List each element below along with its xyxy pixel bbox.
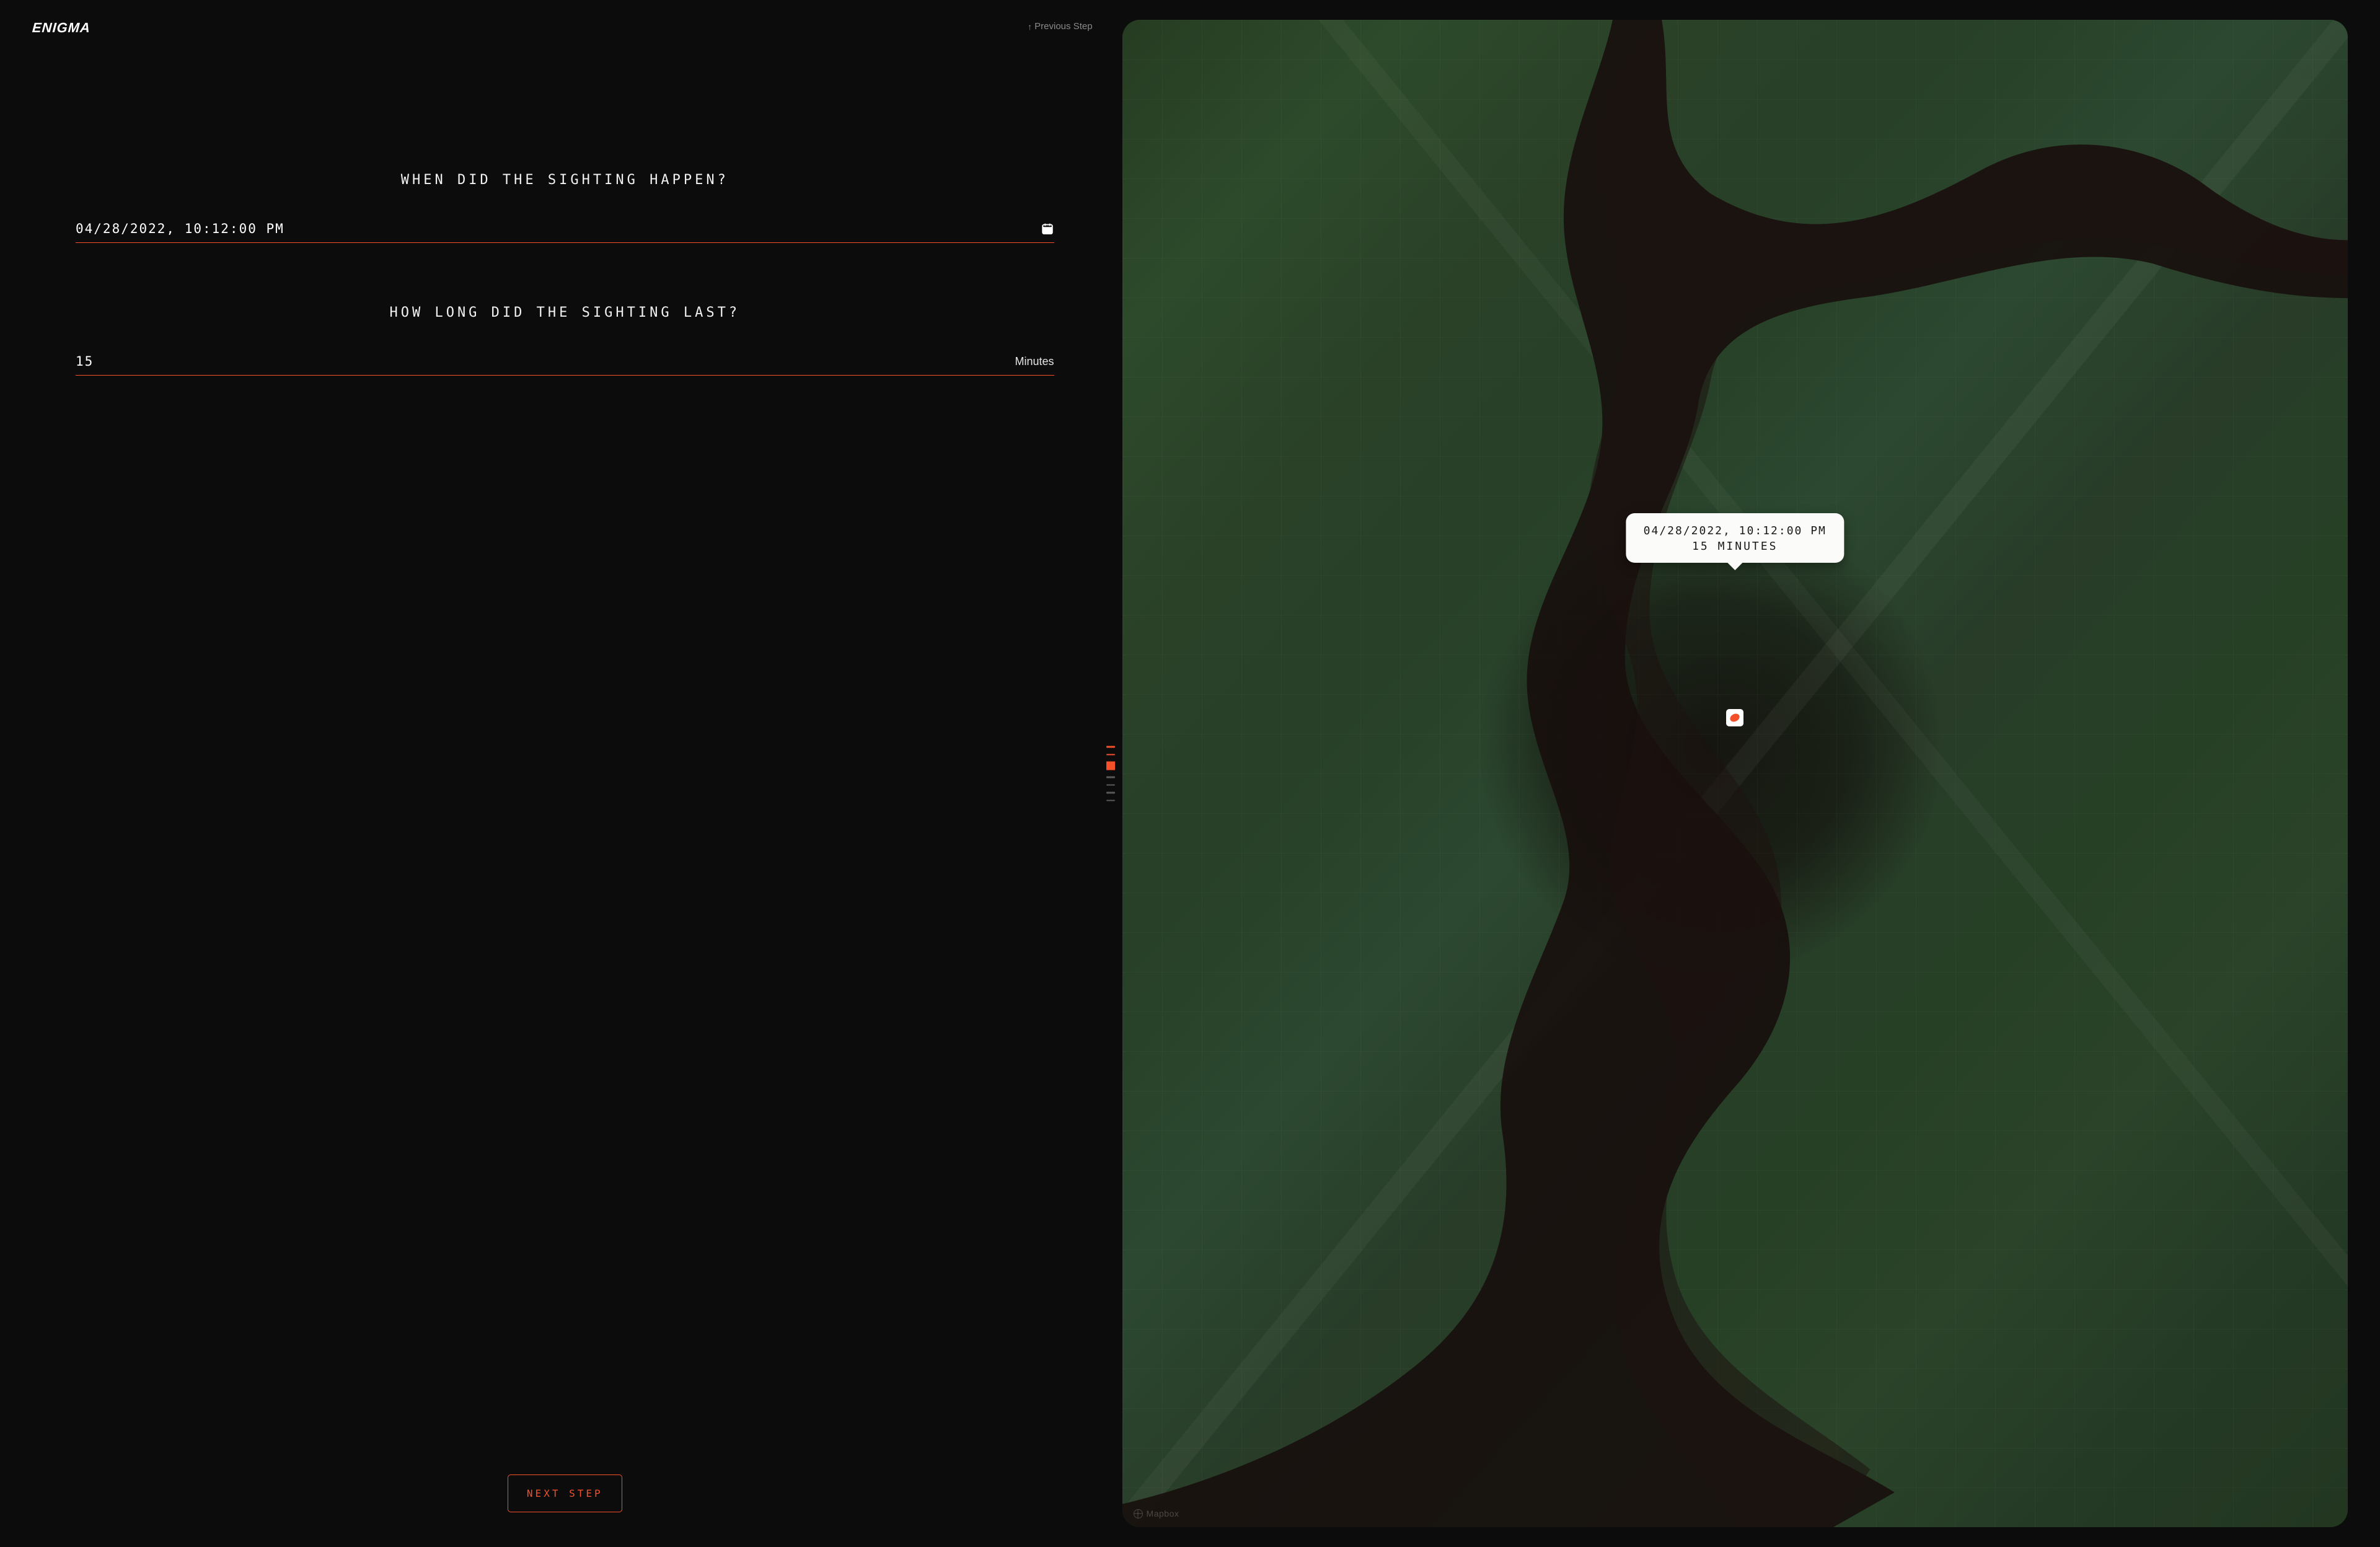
form-panel: ENIGMA ↑ Previous Step WHEN DID THE SIGH… [32,20,1098,1527]
step-tick[interactable] [1106,800,1115,801]
duration-field[interactable]: Minutes [76,354,1054,376]
step-tick[interactable] [1106,746,1115,748]
tooltip-datetime: 04/28/2022, 10:12:00 PM [1644,524,1827,537]
next-button-row: NEXT STEP [76,1474,1054,1527]
top-bar: ENIGMA ↑ Previous Step [32,20,1098,36]
next-step-button[interactable]: NEXT STEP [508,1474,622,1512]
map-panel[interactable]: 04/28/2022, 10:12:00 PM 15 MINUTES Mapbo… [1122,20,2348,1527]
step-tick[interactable] [1106,784,1115,786]
duration-unit-label: Minutes [1008,355,1054,368]
datetime-field[interactable] [76,221,1054,243]
arrow-up-icon: ↑ [1028,22,1032,32]
duration-input[interactable] [76,354,1008,369]
marker-icon [1729,712,1741,723]
globe-icon [1134,1509,1143,1518]
step-tick[interactable] [1106,754,1115,756]
step-tick[interactable] [1106,762,1115,770]
question-when-label: WHEN DID THE SIGHTING HAPPEN? [76,172,1054,188]
question-duration-block: HOW LONG DID THE SIGHTING LAST? Minutes [76,305,1054,376]
map-tooltip: 04/28/2022, 10:12:00 PM 15 MINUTES [1626,513,1844,563]
calendar-icon[interactable] [1041,222,1054,236]
datetime-input[interactable] [76,221,1033,236]
map-attribution: Mapbox [1134,1509,1179,1518]
tooltip-duration: 15 MINUTES [1644,540,1827,553]
brand-logo: ENIGMA [32,20,91,36]
previous-step-label: Previous Step [1034,21,1092,32]
map-river [1122,20,2348,1527]
step-indicator [1106,746,1115,801]
question-duration-label: HOW LONG DID THE SIGHTING LAST? [76,305,1054,320]
map-attribution-label: Mapbox [1147,1509,1179,1518]
step-tick[interactable] [1106,777,1115,778]
form-area: WHEN DID THE SIGHTING HAPPEN? HOW LONG D… [32,36,1098,1527]
step-tick[interactable] [1106,792,1115,794]
previous-step-button[interactable]: ↑ Previous Step [1028,21,1092,32]
app-root: ENIGMA ↑ Previous Step WHEN DID THE SIGH… [0,0,2380,1547]
map-marker[interactable] [1726,709,1743,726]
